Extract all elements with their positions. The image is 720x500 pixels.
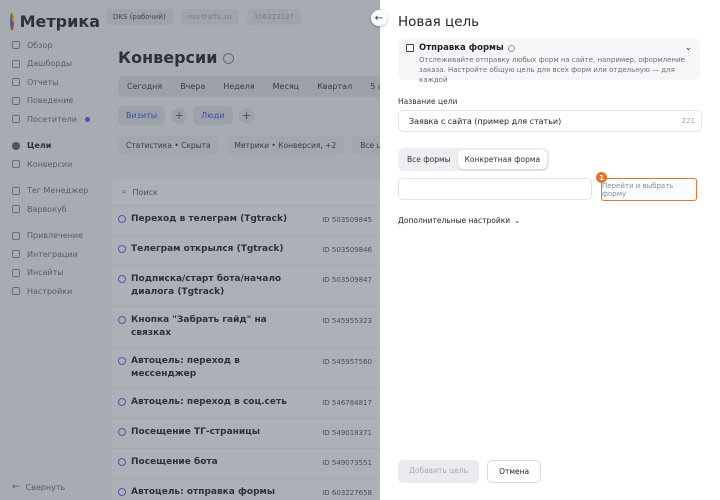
goal-name-input[interactable]: Заявка с сайта (пример для статьи) 221	[398, 110, 702, 132]
form-scope-toggle: Все формы Конкретная форма	[398, 148, 550, 171]
goal-type-card[interactable]: Отправка формы ⌄ Отслеживайте отправку л…	[398, 38, 700, 84]
goal-name-label: Название цели	[398, 97, 458, 106]
app-background: Метрика Обзор Дашборды Отчеты Поведение …	[0, 0, 720, 500]
go-select-form-button[interactable]: Перейти и выбрать форму	[601, 178, 697, 201]
chevron-down-icon: ⌄	[514, 216, 521, 225]
new-goal-panel: Новая цель Отправка формы ⌄ Отслеживайте…	[380, 0, 720, 500]
arrow-left-icon: ←	[374, 12, 384, 24]
add-goal-button[interactable]: Добавить цель	[398, 460, 480, 483]
chevron-down-icon[interactable]: ⌄	[684, 43, 692, 53]
form-icon	[406, 44, 414, 52]
goal-type-title: Отправка формы	[419, 43, 504, 53]
step-badge: 1	[596, 172, 607, 183]
close-modal-button[interactable]: ←	[371, 10, 387, 26]
advanced-settings-toggle[interactable]: Дополнительные настройки ⌄	[398, 216, 520, 225]
toggle-specific-form[interactable]: Конкретная форма	[457, 150, 548, 169]
modal-title: Новая цель	[398, 14, 480, 30]
modal-footer: Добавить цель Отмена	[398, 460, 542, 483]
cancel-button[interactable]: Отмена	[487, 460, 542, 483]
toggle-all-forms[interactable]: Все формы	[400, 150, 458, 169]
help-icon[interactable]	[507, 44, 515, 52]
goal-type-description: Отслеживайте отправку любых форм на сайт…	[419, 56, 685, 84]
form-selector-input[interactable]	[398, 178, 592, 200]
char-counter: 221	[681, 117, 695, 125]
